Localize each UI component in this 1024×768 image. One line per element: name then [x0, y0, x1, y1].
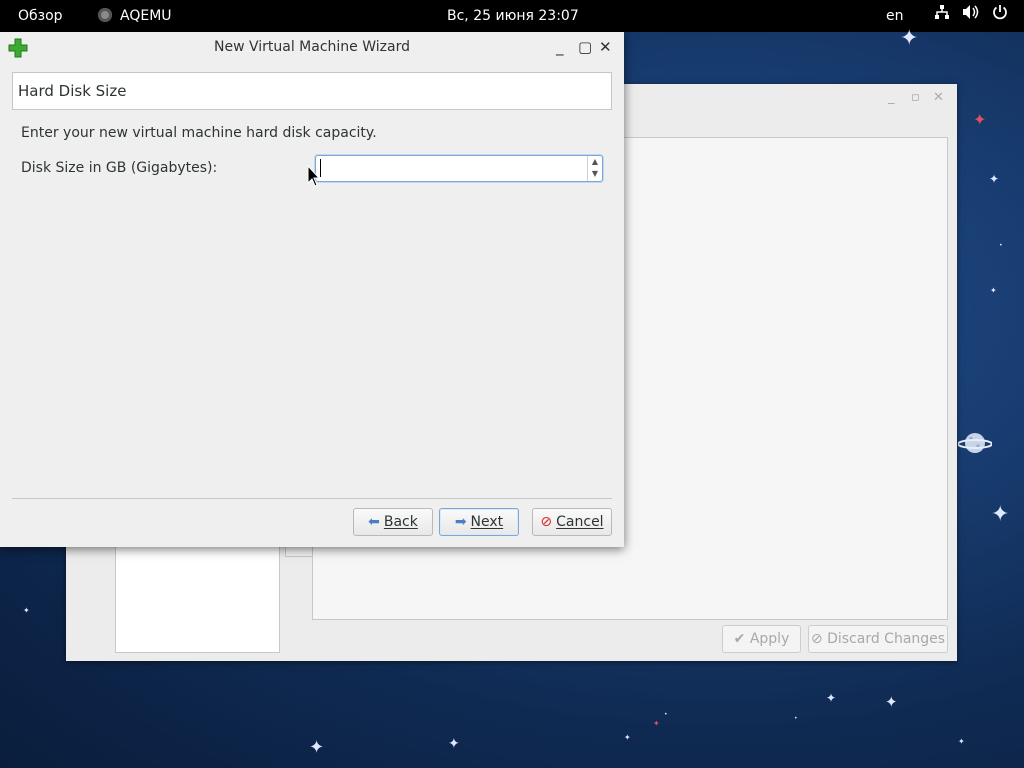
vm-list[interactable] — [115, 544, 280, 653]
apply-button-label: Apply — [749, 631, 790, 647]
cancel-button-label: Cancel — [556, 514, 604, 530]
app-icon — [98, 8, 112, 22]
star-decoration: ✦ — [991, 502, 1010, 527]
spin-down-icon[interactable]: ▼ — [588, 168, 602, 180]
star-decoration: • — [999, 242, 1003, 249]
system-status-menu[interactable] — [934, 0, 1014, 32]
new-vm-wizard-dialog: New Virtual Machine Wizard _ ▢ ✕ Hard Di… — [0, 32, 624, 547]
star-decoration: ✦ — [958, 737, 965, 746]
back-button-label: Back — [383, 514, 418, 530]
apply-button[interactable]: ✔ Apply — [722, 625, 801, 653]
disk-size-label: Disk Size in GB (Gigabytes): — [21, 160, 218, 176]
star-decoration: ✦ — [624, 733, 631, 742]
dialog-titlebar[interactable]: New Virtual Machine Wizard _ ▢ ✕ — [0, 32, 624, 62]
star-decoration: • — [794, 715, 798, 722]
minimize-icon[interactable]: _ — [888, 90, 895, 105]
star-decoration: ✦ — [885, 693, 898, 711]
close-button[interactable]: ✕ — [599, 32, 612, 62]
maximize-icon[interactable]: ▫ — [911, 90, 920, 105]
cancel-icon: ⊘ — [540, 514, 553, 530]
page-description: Enter your new virtual machine hard disk… — [21, 125, 377, 141]
star-decoration: ✦ — [990, 286, 997, 295]
separator — [12, 498, 612, 499]
volume-icon — [962, 0, 980, 32]
wizard-page-header: Hard Disk Size — [12, 72, 612, 110]
arrow-right-icon: ➡ — [454, 514, 467, 530]
maximize-button[interactable]: ▢ — [578, 32, 592, 62]
spin-buttons[interactable]: ▲ ▼ — [587, 156, 602, 181]
tab-stub — [285, 546, 313, 557]
clock[interactable]: Вс, 25 июня 23:07 — [447, 0, 579, 32]
star-decoration: ✦ — [448, 736, 460, 752]
close-icon[interactable]: ✕ — [933, 90, 944, 105]
discard-button-label: Discard Changes — [827, 631, 946, 647]
star-decoration: ✦ — [973, 110, 987, 129]
app-menu[interactable]: AQEMU — [98, 0, 172, 32]
star-decoration: ✦ — [309, 737, 325, 758]
planet-decoration — [958, 433, 992, 453]
network-icon — [934, 0, 950, 32]
discard-changes-button[interactable]: ⊘ Discard Changes — [808, 625, 948, 653]
page-title: Hard Disk Size — [18, 82, 127, 100]
check-icon: ✔ — [733, 631, 746, 647]
top-bar: Обзор AQEMU Вс, 25 июня 23:07 en — [0, 0, 1024, 32]
next-button-label: Next — [470, 514, 504, 530]
spin-up-icon[interactable]: ▲ — [588, 156, 602, 168]
activities-button[interactable]: Обзор — [18, 0, 63, 32]
star-decoration: • — [664, 711, 668, 718]
star-decoration: ✦ — [826, 691, 837, 705]
cancel-button[interactable]: ⊘ Cancel — [532, 508, 612, 536]
power-icon — [992, 0, 1008, 32]
next-button[interactable]: ➡ Next — [439, 508, 519, 536]
back-button[interactable]: ⬅ Back — [353, 508, 433, 536]
mouse-cursor-icon — [307, 165, 321, 187]
star-decoration: ✦ — [989, 172, 1000, 186]
dialog-title: New Virtual Machine Wizard — [214, 39, 410, 55]
star-decoration: ✦ — [900, 26, 919, 51]
disk-size-spinbox[interactable]: ▲ ▼ — [315, 155, 603, 182]
star-decoration: ✦ — [653, 719, 660, 728]
minimize-button[interactable]: _ — [556, 32, 564, 62]
app-menu-label: AQEMU — [120, 8, 172, 24]
discard-icon: ⊘ — [810, 631, 823, 647]
disk-size-input[interactable] — [319, 158, 584, 177]
star-decoration: ✦ — [23, 606, 30, 615]
arrow-left-icon: ⬅ — [368, 514, 380, 530]
